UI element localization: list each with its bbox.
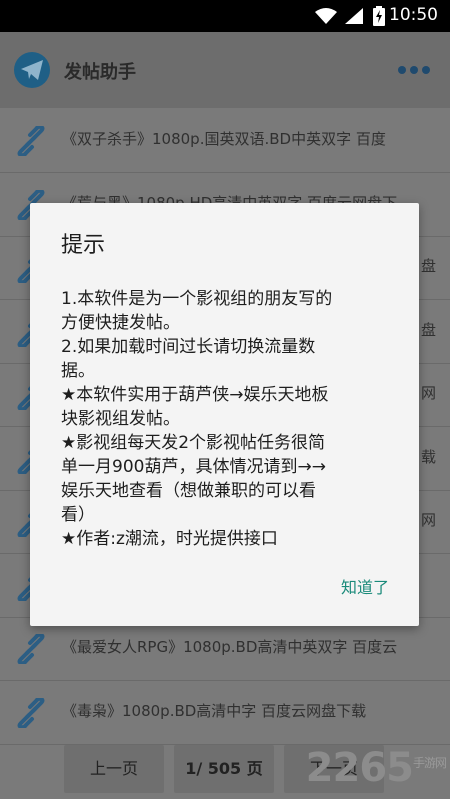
dialog-line: 1.本软件是为一个影视组的朋友写的 xyxy=(61,289,333,309)
dialog-line: 看） xyxy=(61,505,95,525)
dialog-line: 2.如果加载时间过长请切换流量数 xyxy=(61,337,316,357)
link-icon xyxy=(17,634,45,664)
telegram-plane-icon xyxy=(21,60,43,80)
more-dots-icon xyxy=(410,66,418,74)
list-item[interactable]: 《毒枭》1080p.BD高清中字 百度云网盘下载 xyxy=(0,680,450,745)
dialog-message: 1.本软件是为一个影视组的朋友写的 方便快捷发帖。 2.如果加载时间过长请切换流… xyxy=(61,287,391,551)
dialog-line: ★影视组每天发2个影视帖任务很简 xyxy=(61,433,326,453)
ok-button[interactable]: 知道了 xyxy=(341,574,389,598)
list-item[interactable]: 《双子杀手》1080p.国英双语.BD中英双字 百度 xyxy=(0,108,450,173)
dialog-line: 块影视组发帖。 xyxy=(61,409,180,429)
more-dots-icon xyxy=(398,66,406,74)
list-item-fragment: 盘 xyxy=(420,257,436,275)
pager: 上一页 1/ 505 页 下一页 2265手游网 xyxy=(0,745,450,797)
tip-dialog: 提示 1.本软件是为一个影视组的朋友写的 方便快捷发帖。 2.如果加载时间过长请… xyxy=(30,203,419,626)
page-title: 发帖助手 xyxy=(64,62,136,83)
dialog-line: ★作者:z潮流，时光提供接口 xyxy=(61,529,278,549)
app-bar: 发帖助手 xyxy=(0,32,450,108)
list-item-fragment: 载 xyxy=(420,447,436,466)
watermark-logo: 2265手游网 xyxy=(305,745,447,791)
link-icon xyxy=(17,126,45,156)
app-logo xyxy=(14,52,50,88)
list-item-fragment: 网 xyxy=(420,511,436,529)
dialog-line: ★本软件实用于葫芦侠→娱乐天地板 xyxy=(61,385,329,405)
battery-icon xyxy=(373,6,385,26)
dialog-title: 提示 xyxy=(61,233,106,258)
dialog-line: 单一月900葫芦，具体情况请到→→ xyxy=(61,457,326,477)
status-time: 10:50 xyxy=(389,5,438,25)
dialog-line: 方便快捷发帖。 xyxy=(61,313,180,333)
signal-icon xyxy=(345,8,363,24)
wifi-icon xyxy=(315,8,337,24)
dialog-line: 据。 xyxy=(61,361,95,381)
page-indicator: 1/ 505 页 xyxy=(174,745,274,793)
list-item-fragment: 网 xyxy=(420,384,436,402)
more-options-button[interactable] xyxy=(398,58,430,82)
dialog-line: 娱乐天地查看（想做兼职的可以看 xyxy=(61,481,316,501)
link-icon xyxy=(17,697,45,728)
status-bar: 10:50 xyxy=(0,0,450,32)
prev-page-button[interactable]: 上一页 xyxy=(64,745,164,793)
list-item-title: 《毒枭》1080p.BD高清中字 百度云网盘下载 xyxy=(62,701,367,720)
list-item-fragment: 盘 xyxy=(420,320,436,339)
list-item-title: 《最爱女人RPG》1080p.BD高清中英双字 百度云 xyxy=(62,638,398,656)
more-dots-icon xyxy=(422,66,430,74)
list-item-title: 《双子杀手》1080p.国英双语.BD中英双字 百度 xyxy=(62,130,386,148)
